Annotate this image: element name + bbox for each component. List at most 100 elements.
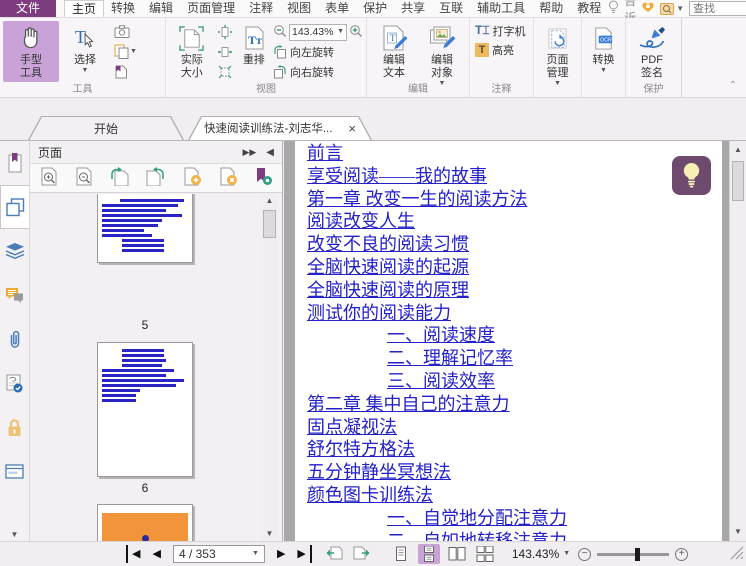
comments-panel-icon[interactable]: [0, 273, 29, 317]
single-page-layout-icon[interactable]: [390, 544, 412, 564]
edit-text-button[interactable]: T 编辑文本: [370, 21, 418, 82]
toc-link[interactable]: 全脑快速阅读的原理: [307, 279, 469, 302]
menu-item[interactable]: 视图: [280, 0, 318, 17]
menu-item[interactable]: 辅助工具: [470, 0, 532, 17]
previous-view-icon[interactable]: [326, 545, 343, 564]
thumbnail-zoom-in-icon[interactable]: [40, 167, 58, 189]
attachments-panel-icon[interactable]: [0, 317, 29, 361]
lightbulb-idea-icon[interactable]: [608, 0, 619, 17]
assistant-button[interactable]: [672, 156, 711, 195]
snapshot-camera-icon[interactable]: [112, 23, 139, 40]
menu-item[interactable]: 页面管理: [180, 0, 242, 17]
paste-clipboard-icon[interactable]: ▼: [112, 43, 139, 60]
facing-continuous-layout-icon[interactable]: [474, 544, 496, 564]
fields-panel-icon[interactable]: [0, 449, 29, 493]
fit-visible-icon[interactable]: [216, 63, 234, 80]
menu-item[interactable]: 文件: [0, 0, 57, 17]
tab-start[interactable]: 开始: [28, 116, 184, 140]
collapse-ribbon-icon[interactable]: ⌃: [729, 80, 737, 91]
last-page-button[interactable]: ▶: [291, 545, 312, 563]
page-thumbnail-6[interactable]: [97, 342, 193, 477]
heart-donate-icon[interactable]: [641, 1, 655, 16]
toc-link[interactable]: 前言: [307, 142, 343, 165]
find-input[interactable]: [689, 1, 746, 16]
toc-link[interactable]: 阅读改变人生: [307, 210, 415, 233]
bookmarks-panel-icon[interactable]: [0, 141, 29, 185]
toc-link[interactable]: 享受阅读——我的故事: [307, 165, 487, 188]
page-thumbnail-5[interactable]: [97, 194, 193, 263]
hand-tool-button[interactable]: 手型工具: [3, 21, 59, 82]
scrollbar-thumb[interactable]: [263, 210, 276, 238]
toc-link[interactable]: 全脑快速阅读的起源: [307, 256, 469, 279]
security-panel-icon[interactable]: [0, 405, 29, 449]
digital-signature-panel-icon[interactable]: [0, 361, 29, 405]
toc-link[interactable]: 二、自如地转移注意力: [387, 530, 567, 541]
previous-page-button[interactable]: ◀: [146, 545, 166, 563]
typewriter-button[interactable]: T⌶ 打字机: [473, 21, 528, 40]
tab-document[interactable]: 快速阅读训练法-刘志华... ×: [188, 116, 372, 140]
page-bookmark-flag-icon[interactable]: [255, 167, 272, 189]
panel-expand-icon[interactable]: ▶▶: [242, 147, 256, 158]
snapshot-search-icon[interactable]: ▼: [660, 2, 684, 15]
page-thumbnail-7[interactable]: [97, 504, 193, 541]
fit-width-icon[interactable]: [216, 43, 234, 60]
bookmark-flag-icon[interactable]: [112, 63, 139, 80]
toc-link[interactable]: 舒尔特方格法: [307, 438, 415, 461]
page-number-combobox[interactable]: 4 / 353 ▼: [172, 545, 265, 563]
more-panels-icon[interactable]: ▼: [0, 528, 29, 541]
next-page-button[interactable]: ▶: [271, 545, 291, 563]
menu-item[interactable]: 帮助: [532, 0, 570, 17]
edit-object-button[interactable]: 编辑对象 ▼: [418, 21, 466, 90]
menu-item[interactable]: 注释: [242, 0, 280, 17]
close-tab-icon[interactable]: ×: [348, 122, 356, 135]
scrollbar-thumb[interactable]: [732, 161, 744, 201]
scroll-down-icon[interactable]: ▼: [730, 525, 746, 539]
panel-collapse-icon[interactable]: ◀: [266, 147, 274, 158]
menu-item[interactable]: 转换: [104, 0, 142, 17]
menu-item[interactable]: 编辑: [142, 0, 180, 17]
layers-panel-icon[interactable]: [0, 229, 29, 273]
next-view-icon[interactable]: [353, 545, 370, 564]
delete-page-icon[interactable]: [219, 167, 238, 189]
toc-link[interactable]: 颜色图卡训练法: [307, 484, 433, 507]
toc-link[interactable]: 五分钟静坐冥想法: [307, 461, 451, 484]
toc-link[interactable]: 二、理解记忆率: [387, 347, 513, 370]
scroll-up-icon[interactable]: ▲: [730, 143, 746, 157]
menu-item[interactable]: 表单: [318, 0, 356, 17]
rotate-page-right-icon[interactable]: [146, 167, 165, 189]
menu-item[interactable]: 保护: [356, 0, 394, 17]
facing-layout-icon[interactable]: [446, 544, 468, 564]
pdf-sign-button[interactable]: PDF 签名: [629, 21, 675, 82]
zoom-out-button[interactable]: −: [578, 547, 592, 561]
new-page-icon[interactable]: [183, 167, 202, 189]
rotate-left-button[interactable]: 向左旋转: [273, 43, 363, 61]
actual-size-button[interactable]: 实际大小: [169, 21, 215, 82]
zoom-in-button[interactable]: +: [675, 547, 689, 561]
menu-item[interactable]: 主页: [64, 0, 105, 17]
fit-page-icon[interactable]: [216, 23, 234, 40]
pages-panel-icon[interactable]: [0, 185, 29, 229]
zoom-in-icon[interactable]: [349, 24, 363, 41]
toc-link[interactable]: 一、自觉地分配注意力: [387, 507, 567, 530]
zoom-out-icon[interactable]: [273, 24, 287, 41]
menu-item[interactable]: 互联: [432, 0, 470, 17]
zoom-slider-knob[interactable]: [634, 547, 640, 561]
toc-link[interactable]: 固点凝视法: [307, 416, 397, 439]
status-zoom-value[interactable]: 143.43%: [512, 547, 559, 561]
scroll-up-icon[interactable]: ▲: [261, 194, 278, 208]
reflow-button[interactable]: Tт 重排: [235, 21, 273, 69]
document-scrollbar[interactable]: ▲ ▼: [729, 141, 746, 541]
rotate-page-left-icon[interactable]: [110, 167, 129, 189]
toc-link[interactable]: 一、阅读速度: [387, 324, 495, 347]
rotate-right-button[interactable]: 向右旋转: [273, 63, 363, 81]
select-tool-button[interactable]: T 选择 ▼: [59, 21, 111, 77]
continuous-layout-icon[interactable]: [417, 544, 440, 564]
toc-link[interactable]: 改变不良的阅读习惯: [307, 233, 469, 256]
menu-item[interactable]: 共享: [394, 0, 432, 17]
convert-button[interactable]: OCR 转换 ▼: [585, 21, 622, 77]
menu-item[interactable]: 教程: [570, 0, 608, 17]
toc-link[interactable]: 三、阅读效率: [387, 370, 495, 393]
toc-link[interactable]: 测试你的阅读能力: [307, 302, 451, 325]
resize-grip-icon[interactable]: [730, 546, 744, 563]
highlight-button[interactable]: T 高亮: [473, 40, 516, 59]
